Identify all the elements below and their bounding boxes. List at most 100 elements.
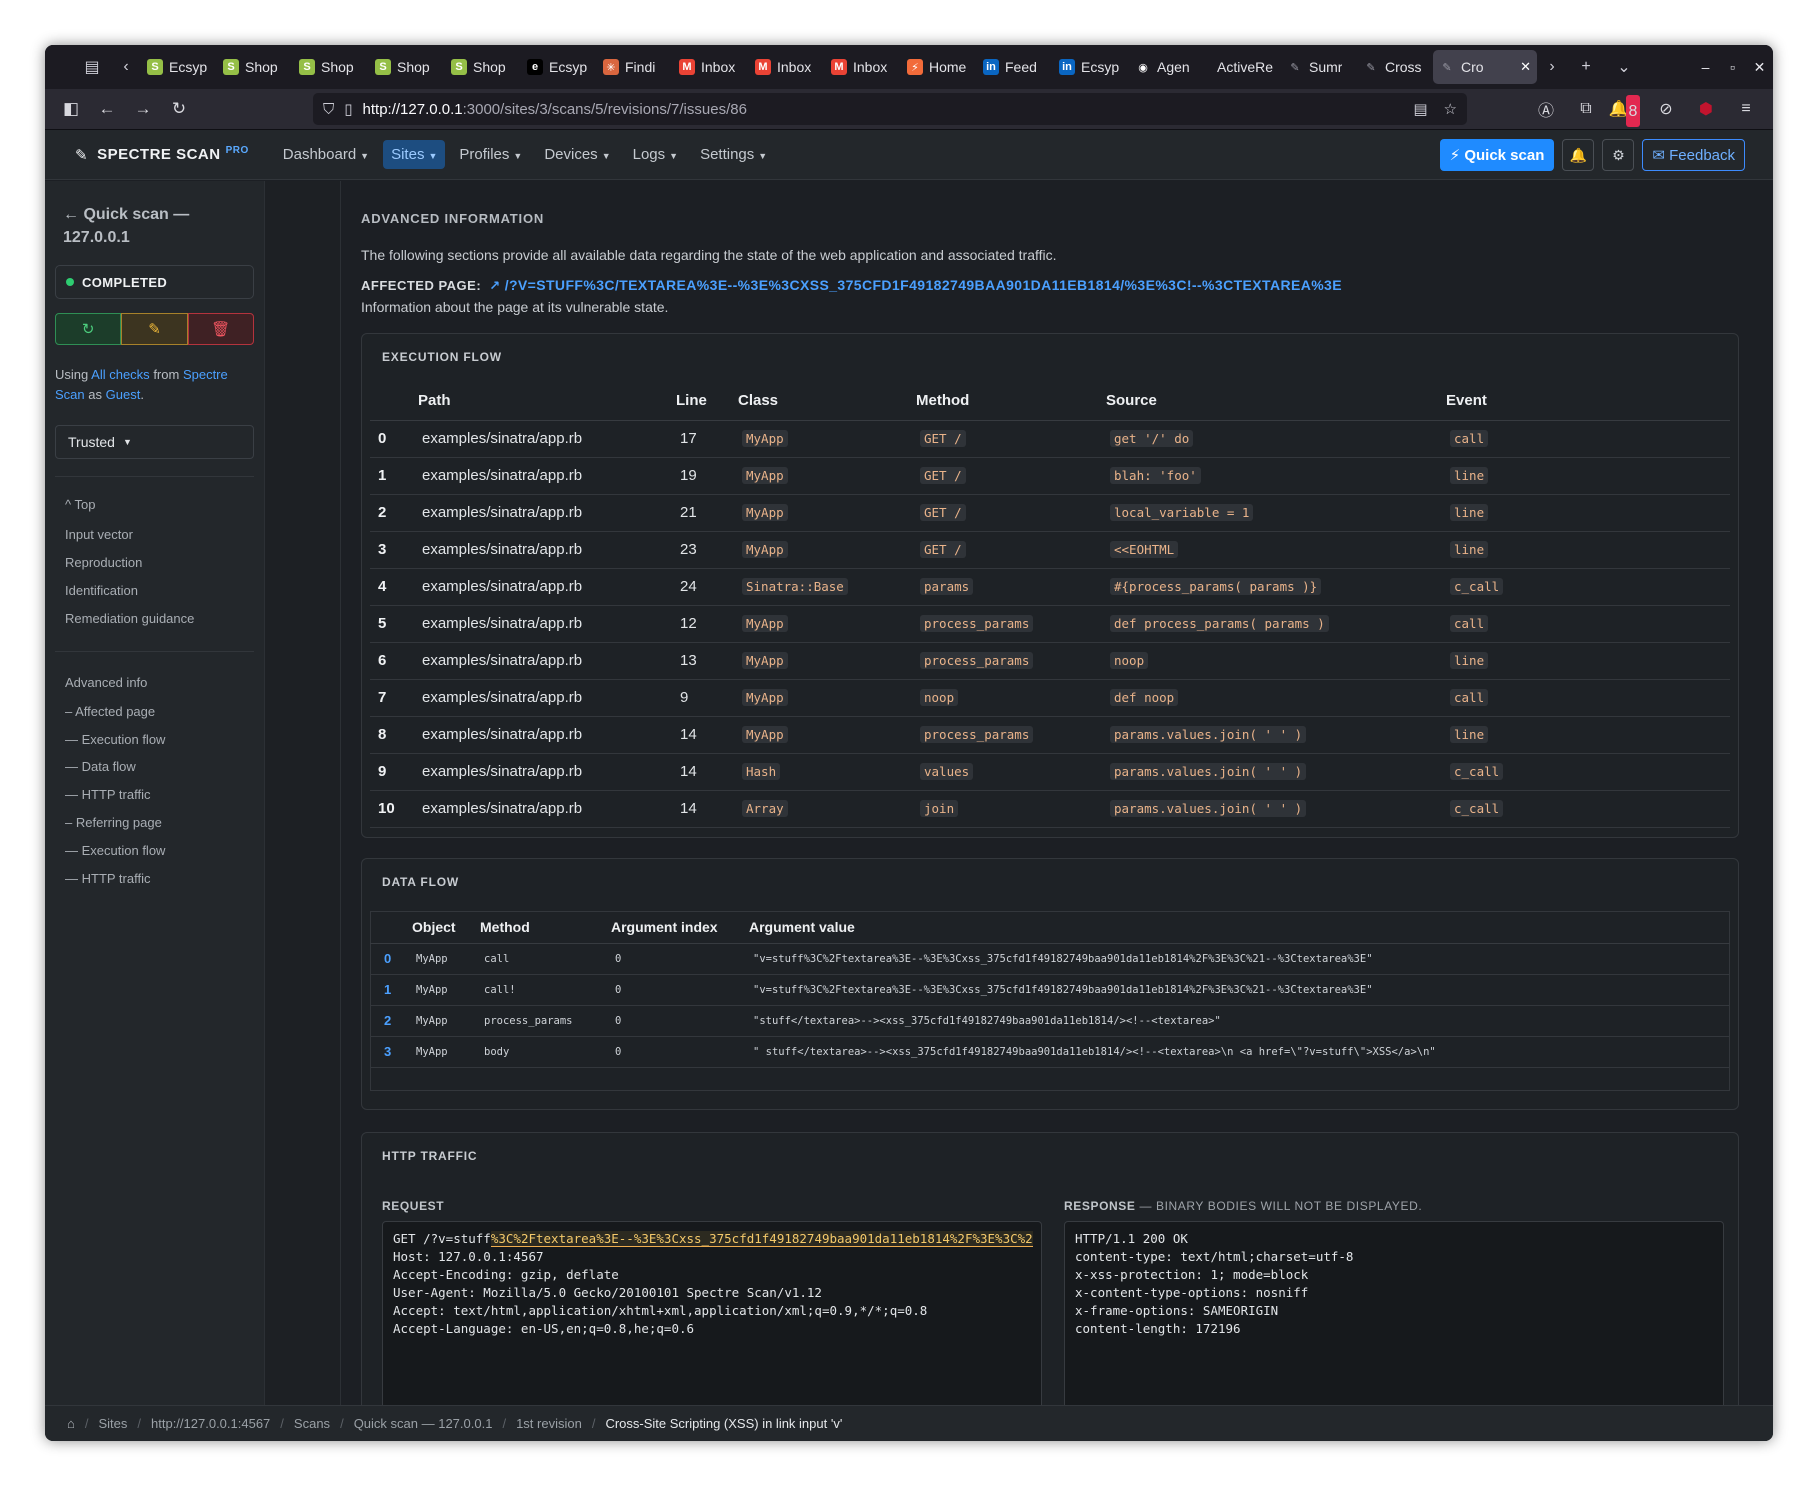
table-row[interactable]: 3 examples/sinatra/app.rb 23 MyApp GET / <<EO… xyxy=(370,531,1730,569)
device-link[interactable]: Guest xyxy=(106,387,141,402)
breadcrumb-item[interactable]: Quick scan — 127.0.0.1 xyxy=(354,1416,493,1431)
checks-link[interactable]: All checks xyxy=(91,367,150,382)
sidebar-nav-link[interactable]: Reproduction xyxy=(65,555,142,570)
hamburger-menu-icon[interactable]: ≡ xyxy=(1731,93,1761,125)
shield-icon[interactable]: ⛉ xyxy=(323,101,334,118)
edit-button[interactable]: ✎ xyxy=(121,313,188,345)
browser-tab[interactable]: ActiveRe xyxy=(1205,50,1281,84)
table-row[interactable]: 0 examples/sinatra/app.rb 17 MyApp GET / get … xyxy=(370,420,1730,458)
home-icon[interactable]: ⌂ xyxy=(67,1416,75,1431)
tab-list-chevron-icon[interactable]: ⌄ xyxy=(1605,45,1643,89)
table-row[interactable]: 0 MyApp call 0 "v=stuff%3C%2Ftextarea%3E--%3… xyxy=(370,943,1730,975)
row-argument-index-cell: 0 xyxy=(611,974,749,1006)
breadcrumb-item[interactable]: 1st revision xyxy=(516,1416,582,1431)
table-row[interactable]: 1 examples/sinatra/app.rb 19 MyApp GET / blah… xyxy=(370,457,1730,495)
scan-title[interactable]: ← Quick scan — 127.0.0.1 xyxy=(63,203,189,249)
table-row[interactable]: 1 MyApp call! 0 "v=stuff%3C%2Ftextarea%3E--%… xyxy=(370,974,1730,1006)
browser-tab[interactable]: S Shop xyxy=(217,50,293,84)
bell-icon[interactable]: 🔔 xyxy=(1562,139,1595,171)
tab-overview-icon[interactable]: ▤ xyxy=(73,45,111,89)
sidebar-nav-link[interactable]: — Execution flow xyxy=(65,732,165,747)
browser-tab[interactable]: in Feed xyxy=(977,50,1053,84)
table-row[interactable]: 3 MyApp body 0 " stuff</textarea>--><xss_375… xyxy=(370,1036,1730,1068)
sidebar-nav-link[interactable]: — HTTP traffic xyxy=(65,787,150,802)
browser-tab[interactable]: S Shop xyxy=(293,50,369,84)
sidebar-nav-link[interactable]: — Data flow xyxy=(65,759,136,774)
browser-tab[interactable]: S Ecsyp xyxy=(141,50,217,84)
delete-button[interactable]: 🗑 xyxy=(187,313,254,345)
table-row[interactable]: 4 examples/sinatra/app.rb 24 Sinatra::Base p… xyxy=(370,568,1730,606)
back-icon[interactable]: ← xyxy=(89,93,125,125)
breadcrumb-item[interactable]: http://127.0.0.1:4567 xyxy=(151,1416,270,1431)
tabs-scroll-left-icon[interactable]: ‹ xyxy=(111,45,141,89)
row-source-cell: def noop xyxy=(1106,679,1446,717)
browser-tab[interactable]: ✎ Cross xyxy=(1357,50,1433,84)
sidebar-nav-link[interactable]: – Affected page xyxy=(65,704,155,719)
trusted-dropdown[interactable]: Trusted ▼ xyxy=(55,425,254,459)
sidebar-nav-link[interactable]: – Referring page xyxy=(65,815,162,830)
menu-settings[interactable]: Settings ▼ xyxy=(692,140,775,169)
url-bar[interactable]: ⛉ ▯ http://127.0.0.1:3000/sites/3/scans/… xyxy=(313,93,1467,125)
menu-profiles[interactable]: Profiles ▼ xyxy=(451,140,530,169)
browser-tab[interactable]: ✳ Findi xyxy=(597,50,673,84)
ublock-icon[interactable]: ⬢ xyxy=(1691,93,1721,125)
table-row[interactable]: 2 examples/sinatra/app.rb 21 MyApp GET / loca… xyxy=(370,494,1730,532)
table-row[interactable]: 9 examples/sinatra/app.rb 14 Hash values para… xyxy=(370,753,1730,791)
table-row[interactable]: 2 MyApp process_params 0 "stuff</textarea>--… xyxy=(370,1005,1730,1037)
browser-tab[interactable]: ✎ Sumr xyxy=(1281,50,1357,84)
bookmark-star-icon[interactable]: ☆ xyxy=(1444,100,1457,118)
browser-tab[interactable]: S Shop xyxy=(445,50,521,84)
affected-page-link[interactable]: /?V=STUFF%3C/TEXTAREA%3E--%3E%3CXSS_375C… xyxy=(505,277,1342,293)
sidebar-nav-link[interactable]: Identification xyxy=(65,583,138,598)
close-window-icon[interactable]: ✕ xyxy=(1746,59,1773,76)
reader-view-icon[interactable]: ▤ xyxy=(1413,100,1427,118)
sidebar-nav-link[interactable]: — HTTP traffic xyxy=(65,871,150,886)
browser-tab[interactable]: M Inbox xyxy=(825,50,901,84)
sidebar-nav-link[interactable]: Remediation guidance xyxy=(65,611,194,626)
sidebar-nav-link[interactable]: Advanced info xyxy=(65,675,147,690)
reload-icon[interactable]: ↻ xyxy=(161,93,197,125)
browser-tab[interactable]: M Inbox xyxy=(673,50,749,84)
sidebar-nav-link[interactable]: Input vector xyxy=(65,527,133,542)
notification-extension-icon[interactable]: 🔔 8 xyxy=(1609,93,1641,127)
feedback-button[interactable]: ✉ Feedback xyxy=(1642,139,1745,171)
close-tab-icon[interactable]: ✕ xyxy=(1520,59,1531,75)
table-row[interactable]: 5 examples/sinatra/app.rb 12 MyApp process_p… xyxy=(370,605,1730,643)
maximize-icon[interactable]: ▫ xyxy=(1719,59,1746,76)
menu-devices[interactable]: Devices ▼ xyxy=(536,140,618,169)
browser-tab[interactable]: e Ecsyp xyxy=(521,50,597,84)
new-tab-icon[interactable]: + xyxy=(1567,45,1605,89)
row-event-cell: line xyxy=(1446,716,1730,754)
sync-icon[interactable]: ⊘ xyxy=(1651,93,1681,125)
table-row[interactable]: 7 examples/sinatra/app.rb 9 MyApp noop def no… xyxy=(370,679,1730,717)
sidebar-nav-link[interactable]: — Execution flow xyxy=(65,843,165,858)
menu-logs[interactable]: Logs ▼ xyxy=(625,140,686,169)
browser-tab[interactable]: ◉ Agen xyxy=(1129,50,1205,84)
rescan-button[interactable]: ↻ xyxy=(55,313,122,345)
tabs-scroll-right-icon[interactable]: › xyxy=(1537,45,1567,89)
external-link-icon[interactable]: ↗ xyxy=(489,278,500,293)
browser-tab[interactable]: M Inbox xyxy=(749,50,825,84)
extension-a-icon[interactable]: Ⓐ xyxy=(1531,93,1561,125)
gear-icon[interactable]: ⚙ xyxy=(1602,139,1635,171)
sidebar-nav-link[interactable]: ^ Top xyxy=(65,497,95,512)
browser-tab[interactable]: ✎ Cro ✕ xyxy=(1433,50,1537,84)
browser-tab[interactable]: ⚡ Home xyxy=(901,50,977,84)
response-body[interactable]: HTTP/1.1 200 OK content-type: text/html;c… xyxy=(1064,1221,1724,1405)
brand[interactable]: ✎ SPECTRE SCAN PRO xyxy=(75,145,249,164)
browser-tab[interactable]: S Shop xyxy=(369,50,445,84)
breadcrumb-item[interactable]: Scans xyxy=(294,1416,330,1431)
table-row[interactable]: 8 examples/sinatra/app.rb 14 MyApp process_p… xyxy=(370,716,1730,754)
forward-icon[interactable]: → xyxy=(125,93,161,125)
menu-sites[interactable]: Sites ▼ xyxy=(383,140,446,169)
quick-scan-button[interactable]: ⚡ Quick scan xyxy=(1439,139,1555,171)
minimize-icon[interactable]: – xyxy=(1692,59,1719,76)
sidebar-toggle-icon[interactable]: ◧ xyxy=(53,93,89,125)
extensions-icon[interactable]: ⧉ xyxy=(1571,93,1601,125)
request-body[interactable]: GET /?v=stuff%3C%2Ftextarea%3E--%3E%3Cxs… xyxy=(382,1221,1042,1405)
table-row[interactable]: 6 examples/sinatra/app.rb 13 MyApp process_p… xyxy=(370,642,1730,680)
table-row[interactable]: 10 examples/sinatra/app.rb 14 Array join para… xyxy=(370,790,1730,828)
breadcrumb-item[interactable]: Sites xyxy=(98,1416,127,1431)
browser-tab[interactable]: in Ecsyp xyxy=(1053,50,1129,84)
menu-dashboard[interactable]: Dashboard ▼ xyxy=(275,140,377,169)
